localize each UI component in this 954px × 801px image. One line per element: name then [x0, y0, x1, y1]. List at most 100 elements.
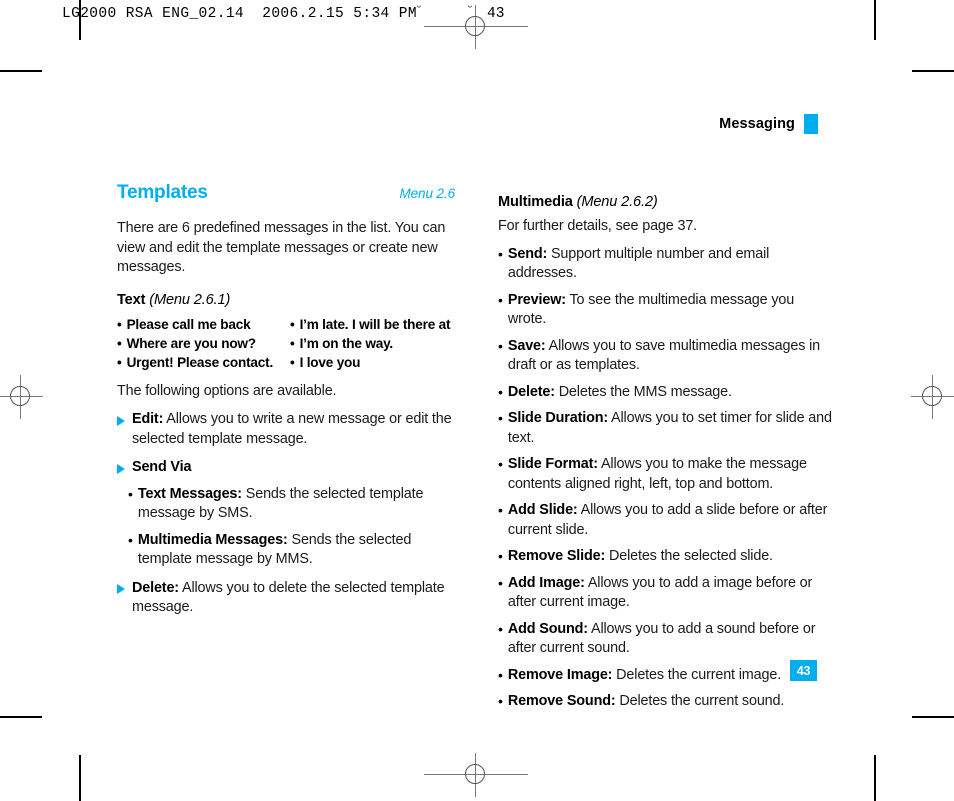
- option-label: Save:: [507, 337, 546, 354]
- option-body: Remove Image: Deletes the current image.: [508, 666, 781, 686]
- bullet-dot-icon: •: [498, 337, 503, 354]
- triangle-bullet-icon: [117, 463, 125, 474]
- list-item: • I’m late. I will be there at: [290, 315, 455, 334]
- list-item: • Text Messages: Sends the selected temp…: [128, 485, 455, 524]
- template-text: I love you: [299, 355, 361, 371]
- option-label: Send:: [507, 245, 548, 262]
- option-description: Deletes the selected slide.: [605, 548, 773, 564]
- option-body: Delete: Deletes the MMS message.: [508, 383, 732, 403]
- bullet-dot-icon: •: [117, 335, 122, 351]
- list-item: • I love you: [290, 353, 455, 372]
- bullet-dot-icon: •: [498, 456, 503, 472]
- option-body: Add Image: Allows you to add a image bef…: [508, 574, 836, 613]
- option-label: Add Sound:: [507, 620, 588, 637]
- option-body: Text Messages: Sends the selected templa…: [138, 485, 455, 524]
- option-label: Send Via: [132, 459, 192, 476]
- list-item: • Remove Sound: Deletes the current soun…: [498, 692, 836, 712]
- option-body: Add Sound: Allows you to add a sound bef…: [508, 620, 836, 659]
- list-item: • Urgent! Please contact.: [117, 353, 282, 372]
- bullet-dot-icon: •: [290, 335, 295, 351]
- option-description: Support multiple number and email addres…: [507, 245, 770, 282]
- bullet-dot-icon: •: [498, 245, 503, 262]
- bullet-dot-icon: •: [498, 620, 503, 637]
- template-text: Urgent! Please contact.: [126, 355, 274, 371]
- subsection-header-multimedia: Multimedia (Menu 2.6.2): [498, 194, 836, 210]
- section-header-templates: Templates Menu 2.6: [117, 182, 455, 204]
- option-label: Edit:: [132, 411, 164, 428]
- section-title: Templates: [117, 182, 208, 203]
- list-item: • Add Slide: Allows you to add a slide b…: [498, 501, 836, 540]
- bullet-dot-icon: •: [117, 316, 122, 332]
- option-body: Edit: Allows you to write a new message …: [132, 410, 455, 449]
- list-item: • Remove Image: Deletes the current imag…: [498, 666, 836, 686]
- bullet-dot-icon: •: [498, 502, 503, 518]
- bullet-dot-icon: •: [117, 355, 122, 371]
- options-intro-paragraph: The following options are available.: [117, 382, 337, 399]
- bullet-dot-icon: •: [128, 531, 133, 548]
- option-label: Delete:: [132, 579, 179, 596]
- list-item: Send Via: [117, 458, 455, 478]
- section-menu-code: Menu 2.6: [399, 186, 456, 201]
- list-item: • Where are you now?: [117, 334, 282, 353]
- option-body: Slide Duration: Allows you to set timer …: [508, 409, 836, 448]
- page-content: Messaging Templates Menu 2.6 There are 6…: [0, 0, 954, 801]
- option-label: Preview:: [507, 291, 566, 308]
- subsection-menu-code: (Menu 2.6.1): [149, 291, 231, 308]
- template-list-column-right: • I’m late. I will be there at • I’m on …: [290, 315, 455, 373]
- list-item: • Slide Duration: Allows you to set time…: [498, 409, 836, 448]
- option-label: Add Slide:: [507, 502, 578, 518]
- option-label: Multimedia Messages:: [137, 531, 288, 548]
- bullet-dot-icon: •: [498, 548, 503, 564]
- option-label: Remove Sound:: [507, 693, 616, 709]
- bullet-dot-icon: •: [498, 291, 503, 308]
- option-label: Remove Image:: [507, 666, 613, 683]
- list-item: • Delete: Deletes the MMS message.: [498, 383, 836, 403]
- list-item: • Preview: To see the multimedia message…: [498, 291, 836, 330]
- option-label: Slide Format:: [507, 456, 598, 472]
- option-description: Allows you to save multimedia messages i…: [507, 337, 821, 374]
- list-item: • Please call me back: [117, 315, 282, 334]
- list-item: • Add Image: Allows you to add a image b…: [498, 574, 836, 613]
- template-list-column-left: • Please call me back • Where are you no…: [117, 315, 282, 373]
- list-item: Edit: Allows you to write a new message …: [117, 410, 455, 449]
- option-body: Preview: To see the multimedia message y…: [508, 291, 836, 330]
- option-label: Remove Slide:: [507, 548, 606, 564]
- running-head-tab-icon: [804, 114, 818, 134]
- option-description: Deletes the MMS message.: [554, 383, 732, 400]
- bullet-dot-icon: •: [498, 693, 503, 709]
- bullet-dot-icon: •: [498, 410, 503, 426]
- multimedia-intro-paragraph: For further details, see page 37.: [498, 218, 698, 234]
- list-item: • Send: Support multiple number and emai…: [498, 245, 836, 284]
- manual-page: LG2000 RSA ENG_02.14 2006.2.15 5:34 PM ˘…: [0, 0, 954, 801]
- option-body: Remove Slide: Deletes the selected slide…: [508, 547, 773, 567]
- list-item: Delete: Allows you to delete the selecte…: [117, 579, 455, 618]
- option-body: Remove Sound: Deletes the current sound.: [508, 692, 784, 712]
- list-item: • Remove Slide: Deletes the selected sli…: [498, 547, 836, 567]
- option-description: Allows you to write a new message or edi…: [132, 411, 452, 447]
- bullet-dot-icon: •: [498, 383, 503, 400]
- predefined-template-list: • Please call me back • Where are you no…: [117, 315, 455, 373]
- left-column: Templates Menu 2.6 There are 6 predefine…: [117, 182, 455, 712]
- page-number-badge: 43: [790, 660, 817, 681]
- bullet-dot-icon: •: [498, 574, 503, 591]
- subsection-title: Multimedia: [498, 194, 573, 210]
- option-body: Delete: Allows you to delete the selecte…: [132, 579, 455, 618]
- option-label: Slide Duration:: [507, 410, 608, 426]
- option-body: Send Via: [132, 458, 191, 478]
- option-label: Delete:: [507, 383, 555, 400]
- triangle-bullet-icon: [117, 415, 125, 426]
- subsection-menu-code: (Menu 2.6.2): [576, 194, 658, 210]
- triangle-bullet-icon: [117, 584, 125, 595]
- right-column: Multimedia (Menu 2.6.2) For further deta…: [498, 182, 836, 712]
- bullet-dot-icon: •: [498, 666, 503, 683]
- option-body: Save: Allows you to save multimedia mess…: [508, 337, 836, 376]
- list-item: • I’m on the way.: [290, 334, 455, 353]
- option-description: Deletes the current image.: [612, 666, 782, 683]
- option-description: Deletes the current sound.: [615, 693, 785, 709]
- option-body: Add Slide: Allows you to add a slide bef…: [508, 501, 836, 540]
- templates-intro-paragraph: There are 6 predefined messages in the l…: [117, 220, 446, 275]
- option-label: Add Image:: [507, 574, 585, 591]
- list-item: • Multimedia Messages: Sends the selecte…: [128, 531, 455, 570]
- template-text: I’m on the way.: [299, 335, 394, 351]
- option-body: Send: Support multiple number and email …: [508, 245, 836, 284]
